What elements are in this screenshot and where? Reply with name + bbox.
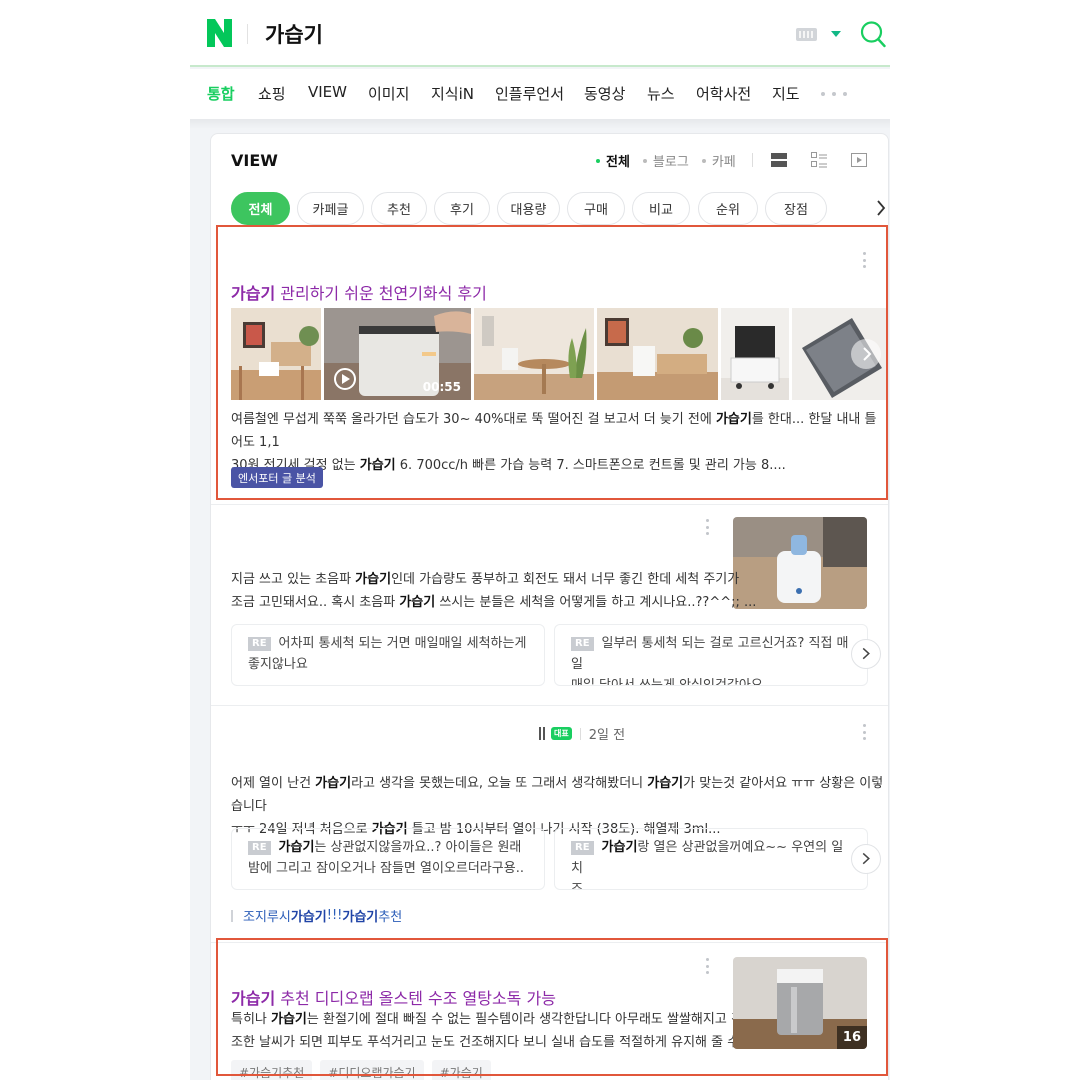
tab-dictionary[interactable]: 어학사전: [696, 83, 751, 104]
replies-next-button[interactable]: [851, 639, 881, 669]
chip-ranking[interactable]: 순위: [698, 192, 758, 225]
reply-tag: RE: [571, 841, 594, 855]
post-divider: [211, 705, 888, 706]
post-meta: 대표 2일 전: [539, 724, 625, 743]
reply-card[interactable]: RE 어차피 통세척 되는 거면 매일매일 세척하는게 좋지않나요: [231, 624, 545, 686]
hashtag[interactable]: #가습기: [431, 1060, 491, 1080]
reply-tag: RE: [248, 841, 271, 855]
chip-pros[interactable]: 장점: [765, 192, 827, 225]
reply-tag: RE: [248, 637, 271, 651]
post-image-1[interactable]: [231, 308, 321, 400]
tab-video[interactable]: 동영상: [584, 83, 625, 104]
chip-recommend[interactable]: 추천: [371, 192, 427, 225]
chips-next-icon[interactable]: [876, 200, 886, 216]
card-view-icon[interactable]: [771, 152, 787, 168]
post-description[interactable]: 여름철엔 무섭게 쭉쭉 올라가던 습도가 30~ 40%대로 뚝 떨어진 걸 보…: [231, 408, 888, 477]
play-icon[interactable]: [334, 368, 356, 390]
filter-divider: [752, 153, 753, 167]
tab-integrated[interactable]: 통합: [207, 83, 235, 104]
tab-map[interactable]: 지도: [772, 83, 800, 104]
post-description[interactable]: 특히나 가습기는 환절기에 절대 빠질 수 없는 필수템이라 생각한답니다 아무…: [231, 1008, 752, 1054]
filter-blog[interactable]: 블로그: [642, 151, 689, 170]
more-tabs-icon[interactable]: [821, 92, 847, 98]
post-time: 2일 전: [588, 728, 626, 743]
post-title[interactable]: 가습기 관리하기 쉬운 천연기화식 후기: [231, 280, 487, 304]
filter-all[interactable]: 전체: [596, 151, 630, 170]
post-image-3[interactable]: [474, 308, 594, 400]
post-description[interactable]: 지금 쓰고 있는 초음파 가습기인데 가습량도 풍부하고 회전도 돼서 너무 좋…: [231, 568, 756, 614]
tab-kin[interactable]: 지식iN: [431, 83, 474, 104]
naver-logo-icon[interactable]: [207, 19, 232, 47]
tab-images[interactable]: 이미지: [368, 83, 409, 104]
reply-tag: RE: [571, 637, 594, 651]
hashtag[interactable]: #가습기추천: [231, 1060, 313, 1080]
search-icon[interactable]: [860, 20, 886, 48]
post-image-5[interactable]: [721, 308, 789, 400]
keyword-chips: 전체 카페글 추천 후기 대용량 구매 비교 순위 장점: [231, 192, 886, 228]
video-duration: 00:55: [422, 380, 461, 394]
post-divider: [211, 504, 888, 505]
search-tabs: 통합 쇼핑 VIEW 이미지 지식iN 인플루언서 동영상 뉴스 어학사전 지도: [190, 69, 890, 119]
search-page: 가습기 통합 쇼핑 VIEW 이미지 지식iN 인플루언서 동영상 뉴스 어학사…: [190, 0, 890, 1080]
representative-tag: 대표: [551, 727, 572, 740]
post-image-4[interactable]: [597, 308, 718, 400]
autocomplete-toggle-icon[interactable]: [831, 31, 841, 37]
chip-review[interactable]: 후기: [434, 192, 490, 225]
post-video-thumbnail[interactable]: 00:55: [324, 308, 471, 400]
view-section: VIEW 전체 블로그 카페 전체 카페글 추천 후기 대용량 구매 비교 순위: [210, 133, 889, 1080]
search-header: 가습기: [190, 0, 890, 67]
replies-next-button[interactable]: [851, 844, 881, 874]
nsupporter-analysis-badge[interactable]: 엔서포터 글 분석: [231, 467, 323, 488]
hashtag-list: #가습기추천 #디디오랩가습기 #가습기: [231, 1060, 499, 1080]
filter-cafe[interactable]: 카페: [701, 151, 736, 170]
chip-all[interactable]: 전체: [231, 192, 290, 225]
post-image-strip: 00:55: [231, 308, 886, 400]
post-options-icon[interactable]: [863, 252, 867, 268]
chip-cafe-posts[interactable]: 카페글: [297, 192, 364, 225]
post-divider: [211, 942, 888, 943]
list-view-icon[interactable]: [811, 152, 827, 168]
header-divider: [247, 24, 248, 44]
hashtag[interactable]: #디디오랩가습기: [320, 1060, 424, 1080]
source-filters: 전체 블로그 카페: [596, 151, 749, 170]
tab-shopping[interactable]: 쇼핑: [258, 83, 286, 104]
image-count: 16: [836, 1026, 867, 1049]
tabs-shadow: [190, 119, 890, 129]
post-options-icon[interactable]: [863, 724, 867, 740]
tab-influencer[interactable]: 인플루언서: [495, 83, 564, 104]
reply-card[interactable]: RE 일부러 통세척 되는 걸로 고르신거죠? 직접 매일 매일 닦아서 쓰는게 …: [554, 624, 868, 686]
chip-purchase[interactable]: 구매: [567, 192, 625, 225]
reply-card[interactable]: RE 가습기는 상관없지않을까요..? 아이들은 원래 밤에 그리고 잠이오거나 …: [231, 828, 545, 890]
post-thumbnail[interactable]: 16: [733, 957, 867, 1049]
chip-compare[interactable]: 비교: [632, 192, 690, 225]
related-post-link[interactable]: 조지루시 가습기!!! 가습기 추천: [231, 906, 402, 925]
author-icon: [539, 727, 545, 740]
images-next-button[interactable]: [851, 339, 881, 369]
post-options-icon[interactable]: [706, 519, 710, 535]
tab-view[interactable]: VIEW: [308, 83, 347, 101]
post-options-icon[interactable]: [706, 958, 710, 974]
tab-news[interactable]: 뉴스: [647, 83, 675, 104]
video-view-icon[interactable]: [851, 152, 867, 168]
reply-card[interactable]: RE 가습기랑 열은 상관없을꺼예요~~ 우연의 일치 죠...: [554, 828, 868, 890]
chip-large-capacity[interactable]: 대용량: [497, 192, 560, 225]
keyboard-icon[interactable]: [796, 28, 817, 41]
post-title[interactable]: 가습기 추천 디디오랩 올스텐 수조 열탕소독 가능: [231, 985, 556, 1009]
section-title: VIEW: [231, 151, 278, 170]
search-query-input[interactable]: 가습기: [265, 19, 323, 49]
